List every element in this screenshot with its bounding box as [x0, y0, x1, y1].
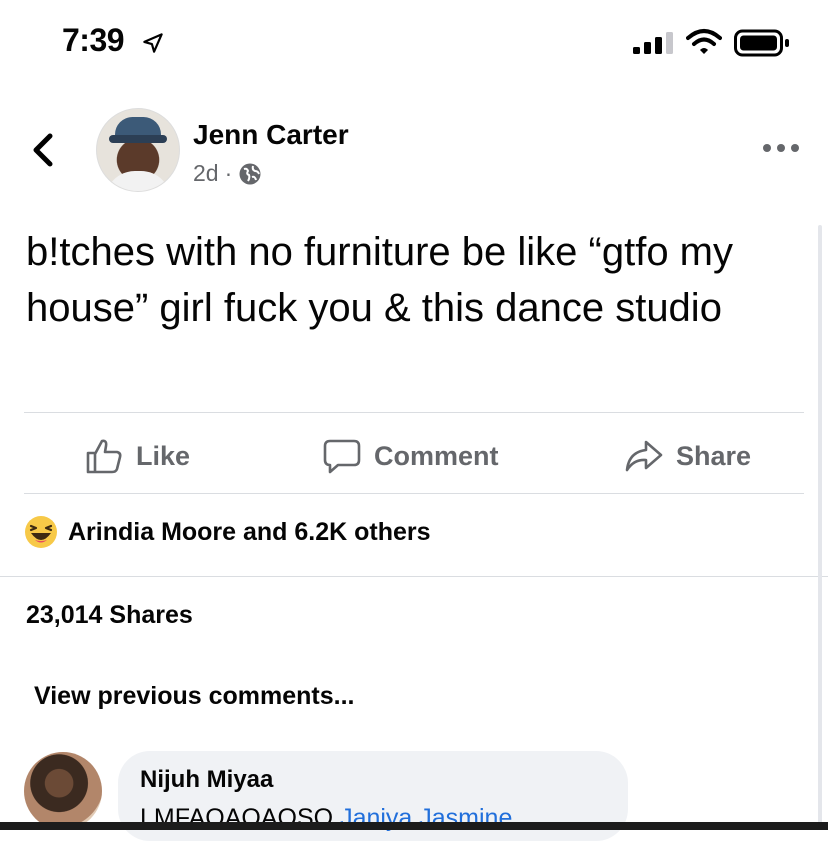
- haha-reaction-icon: [25, 516, 57, 548]
- commenter-avatar[interactable]: [24, 752, 102, 830]
- back-chevron-icon[interactable]: [30, 132, 56, 168]
- thumbs-up-icon: [86, 439, 122, 474]
- commenter-name[interactable]: Nijuh Miyaa: [140, 766, 273, 794]
- location-arrow-icon: [143, 33, 163, 53]
- divider: [24, 412, 804, 413]
- like-label: Like: [136, 440, 191, 471]
- post-text: b!tches with no furniture be like “gtfo …: [26, 230, 733, 330]
- bottom-edge: [0, 822, 828, 830]
- divider: [0, 576, 828, 577]
- post-meta: 2d ·: [193, 160, 262, 187]
- globe-icon: [239, 163, 261, 184]
- share-button[interactable]: Share: [624, 430, 751, 482]
- reactions-summary[interactable]: Arindia Moore and 6.2K others: [24, 515, 431, 549]
- author-name[interactable]: Jenn Carter: [193, 119, 349, 151]
- author-avatar[interactable]: [96, 108, 180, 192]
- cellular-signal-icon: [633, 32, 673, 54]
- reactions-text: Arindia Moore and 6.2K others: [68, 517, 431, 546]
- share-arrow-icon: [625, 440, 663, 472]
- battery-icon: [734, 29, 789, 57]
- wifi-icon: [686, 29, 722, 54]
- share-label: Share: [676, 440, 752, 471]
- meta-separator: ·: [224, 160, 233, 186]
- post-age: 2d: [193, 160, 219, 186]
- status-time: 7:39: [62, 22, 125, 58]
- comment-bubble-icon: [323, 439, 361, 474]
- more-options-icon[interactable]: [762, 140, 800, 156]
- view-previous-comments-link[interactable]: View previous comments...: [34, 682, 354, 711]
- shares-count[interactable]: 23,014 Shares: [26, 601, 193, 630]
- scrollbar[interactable]: [818, 225, 822, 825]
- like-button[interactable]: Like: [84, 430, 190, 482]
- comment-button[interactable]: Comment: [322, 430, 499, 482]
- divider: [24, 493, 804, 494]
- comment-label: Comment: [374, 440, 499, 471]
